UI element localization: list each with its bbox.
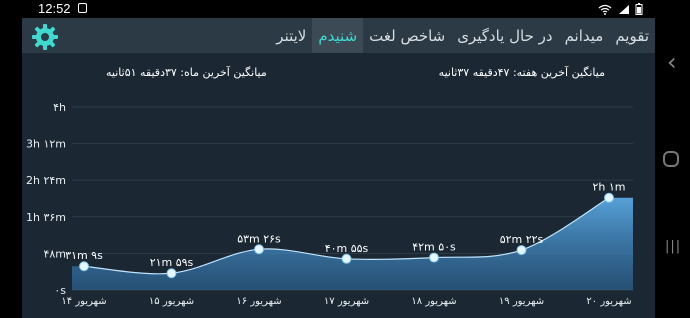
x-tick-label: ۱۷ شهریور [324,296,369,307]
wifi-icon [598,4,612,15]
back-nav-icon[interactable]: ‹ [667,48,677,76]
y-tick-label: ۴h [53,101,66,114]
x-tick-label: ۱۸ شهریور [411,296,456,307]
data-point [341,253,352,264]
status-icons [598,2,643,15]
x-tick-label: ۱۴ شهریور [61,296,106,307]
x-tick-label: ۲۰ شهریور [586,296,631,307]
data-label: ۵۲m ۲۲s [500,233,544,246]
recents-nav-icon[interactable]: ||| [665,239,681,254]
data-point [166,268,177,279]
data-point [79,261,89,272]
listening-time-chart: ۰s۴۸m1h ۳۶m2h ۲۴m3h ۱۲m۴h۳۱m ۹s۱۴ شهریور… [26,101,633,307]
y-tick-label: 1h ۳۶m [26,211,66,224]
notification-icon [78,3,87,13]
data-label: ۵۳m ۲۶s [237,232,281,245]
data-label: ۴۲m ۵۰s [412,241,456,254]
data-label: ۲h ۱m [593,181,626,194]
battery-icon [635,3,643,15]
x-tick-label: ۱۶ شهریور [236,296,281,307]
data-label: ۴۰m ۵۵s [325,242,369,255]
data-label: ۲۱m ۵۹s [150,256,194,269]
app-window: تقویم میدانم در حال یادگیری شاخص لغت شنی… [22,18,655,318]
data-point [429,252,439,263]
android-nav-bar: ‹ ||| [655,18,690,318]
data-label: ۳۱m ۹s [65,249,103,262]
x-tick-label: ۱۵ شهریور [149,296,194,307]
signal-icon [618,4,629,14]
data-point [254,244,264,255]
status-bar: 12:52 [0,0,690,18]
data-point [604,192,614,203]
y-tick-label: 2h ۲۴m [26,174,66,187]
data-point [516,245,527,256]
home-nav-icon[interactable] [663,151,679,167]
x-tick-label: ۱۹ شهریور [499,296,544,307]
status-time: 12:52 [38,1,71,16]
y-tick-label: 3h ۱۲m [26,138,66,151]
y-tick-label: ۴۸m [43,247,66,260]
